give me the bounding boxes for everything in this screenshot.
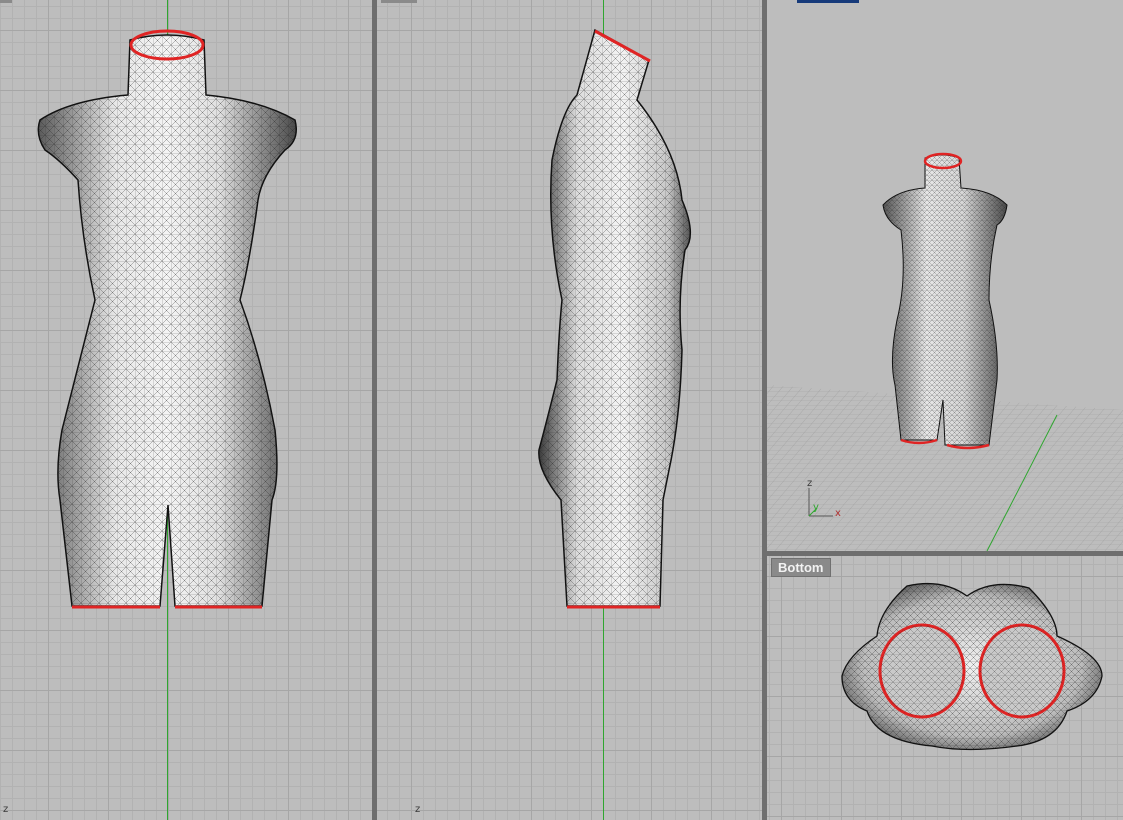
perspective-y-label: y — [813, 502, 819, 513]
bottom-viewport[interactable]: Bottom — [767, 556, 1123, 820]
perspective-mesh-view — [767, 152, 1123, 551]
perspective-viewport[interactable]: z y x — [767, 0, 1123, 551]
right-viewport[interactable]: z — [377, 0, 762, 820]
front-viewport[interactable]: z — [0, 0, 372, 820]
front-mesh-view — [37, 29, 297, 609]
perspective-x-label: x — [835, 508, 841, 519]
front-axis-label: z — [3, 804, 9, 815]
right-axis-label: z — [415, 804, 421, 815]
right-mesh-view — [538, 28, 691, 609]
perspective-z-label: z — [807, 478, 813, 489]
bottom-mesh-view — [841, 582, 1103, 751]
